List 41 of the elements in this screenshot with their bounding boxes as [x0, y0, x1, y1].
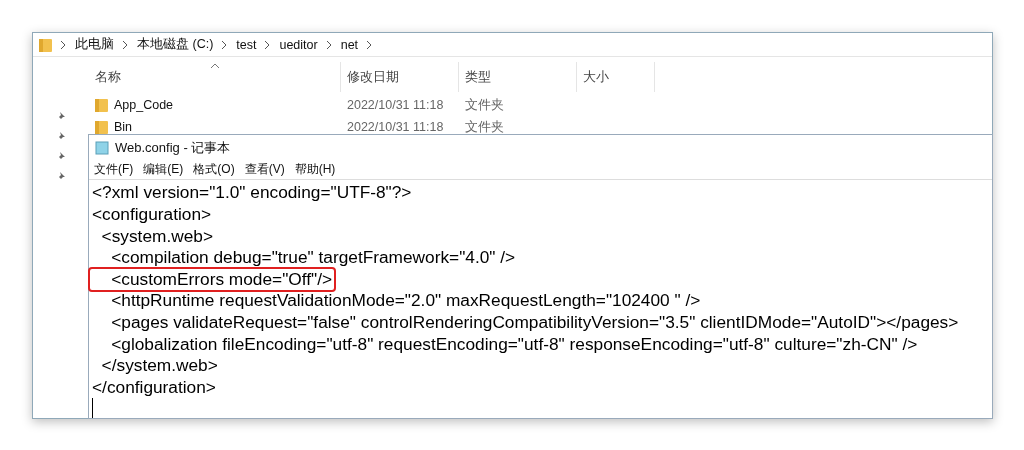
text-cursor — [92, 398, 93, 418]
menu-item[interactable]: 帮助(H) — [294, 161, 336, 179]
menu-item[interactable]: 编辑(E) — [143, 161, 184, 179]
breadcrumb-item[interactable]: test — [236, 37, 257, 52]
notepad-icon — [95, 140, 109, 155]
code-line: </configuration> — [91, 375, 217, 399]
folder-icon — [95, 98, 108, 112]
chevron-icon — [325, 39, 333, 50]
sort-caret-icon — [209, 63, 220, 69]
modified-date: 2022/10/31 11:18 — [347, 98, 444, 112]
chevron-icon — [264, 39, 272, 50]
code-line: <pages validateRequest="false" controlRenderingCompatibilityVersion="3.5" clientIDMode="AutoID"></pages> — [110, 310, 960, 334]
file-name[interactable]: Bin — [114, 120, 133, 134]
file-name[interactable]: App_Code — [114, 98, 174, 112]
column-header[interactable]: 名称 — [89, 62, 341, 92]
code-line: <httpRuntime requestValidationMode="2.0" maxRequestLength="102400 " /> — [110, 289, 702, 313]
folder-icon — [95, 120, 108, 134]
chevron-icon — [60, 39, 67, 50]
folder-icon — [39, 37, 52, 52]
column-header[interactable]: 类型 — [459, 62, 577, 92]
chevron-icon — [366, 39, 374, 50]
file-type: 文件夹 — [465, 118, 504, 136]
breadcrumb-item[interactable]: net — [340, 37, 359, 52]
modified-date: 2022/10/31 11:18 — [347, 120, 444, 134]
menu-item[interactable]: 文件(F) — [94, 161, 134, 179]
code-line: <globalization fileEncoding="utf-8" requestEncoding="utf-8" responseEncoding="utf-8" culture="zh-CN" /> — [110, 332, 919, 356]
chevron-icon — [122, 39, 129, 50]
code-line: <system.web> — [100, 224, 215, 248]
breadcrumb-item[interactable]: 本地磁盘 (C:) — [137, 36, 214, 53]
file-type: 文件夹 — [465, 96, 504, 114]
column-header[interactable]: 大小 — [577, 62, 655, 92]
code-line: </system.web> — [100, 354, 219, 378]
code-line: <?xml version="1.0" encoding="UTF-8"?> — [91, 181, 413, 205]
code-line: <configuration> — [91, 202, 213, 226]
breadcrumb-item[interactable]: 此电脑 — [75, 36, 114, 53]
menu-item[interactable]: 格式(O) — [193, 161, 235, 179]
menu-item[interactable]: 查看(V) — [244, 161, 285, 179]
window-title: Web.config - 记事本 — [115, 138, 231, 157]
breadcrumb-item[interactable]: ueditor — [279, 37, 318, 52]
column-header[interactable]: 修改日期 — [341, 62, 459, 92]
chevron-icon — [221, 39, 229, 50]
